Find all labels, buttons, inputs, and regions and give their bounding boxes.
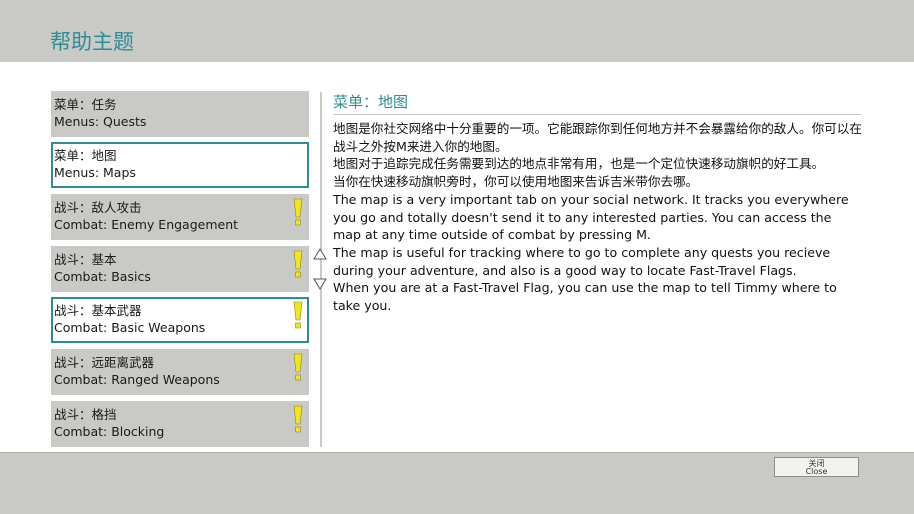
topic-item-combat-enemy-engagement[interactable]: 战斗：敌人攻击 Combat: Enemy Engagement [51,194,309,240]
topic-item-combat-ranged-weapons[interactable]: 战斗：远距离武器 Combat: Ranged Weapons [51,349,309,395]
triangle-down-icon[interactable] [313,278,327,290]
help-screen: 帮助主题 菜单：任务 Menus: Quests 菜单：地图 Menus: Ma… [0,0,914,514]
content-paragraph: 当你在快速移动旗帜旁时，你可以使用地图来告诉吉米带你去哪。 [333,174,699,190]
exclamation-icon [293,301,303,329]
content-paragraph: The map is useful for tracking where to … [333,244,831,278]
topic-label-zh: 菜单：任务 [54,97,117,112]
exclamation-icon [293,405,303,433]
main-panel: 菜单：任务 Menus: Quests 菜单：地图 Menus: Maps 战斗… [0,62,914,452]
topic-label-zh: 战斗：敌人攻击 [54,200,142,215]
content-body: 地图是你社交网络中十分重要的一项。它能跟踪你到任何地方并不会暴露给你的敌人。你可… [333,120,863,315]
topic-label-en: Combat: Blocking [54,424,165,439]
exclamation-icon [293,198,303,226]
topic-item-menus-quests[interactable]: 菜单：任务 Menus: Quests [51,91,309,137]
content-title-underline [333,114,861,115]
topic-label-en: Combat: Basics [54,269,151,284]
list-divider [320,92,322,447]
content-paragraph: 地图是你社交网络中十分重要的一项。它能跟踪你到任何地方并不会暴露给你的敌人。你可… [333,121,862,154]
footer-bar: 关闭 Close [0,452,914,514]
topic-item-menus-maps[interactable]: 菜单：地图 Menus: Maps [51,142,309,188]
close-button[interactable]: 关闭 Close [774,457,859,477]
topic-item-combat-basic-weapons[interactable]: 战斗：基本武器 Combat: Basic Weapons [51,297,309,343]
content-paragraph: The map is a very important tab on your … [333,191,849,243]
topic-label-zh: 战斗：格挡 [54,407,117,422]
topic-item-combat-blocking[interactable]: 战斗：格挡 Combat: Blocking [51,401,309,447]
topic-label-zh: 战斗：远距离武器 [54,355,155,370]
exclamation-icon [293,250,303,278]
topic-label-en: Menus: Quests [54,114,147,129]
topic-label-en: Combat: Ranged Weapons [54,372,220,387]
exclamation-icon [293,353,303,381]
topic-list: 菜单：任务 Menus: Quests 菜单：地图 Menus: Maps 战斗… [51,91,311,451]
topic-label-zh: 战斗：基本 [54,252,117,267]
header-bar: 帮助主题 [0,0,914,63]
close-label-en: Close [805,467,828,476]
topic-label-zh: 战斗：基本武器 [54,303,142,318]
triangle-up-icon[interactable] [313,248,327,260]
topic-item-combat-basics[interactable]: 战斗：基本 Combat: Basics [51,246,309,292]
content-paragraph: 地图对于追踪完成任务需要到达的地点非常有用，也是一个定位快速移动旗帜的好工具。 [333,156,825,172]
topic-label-en: Combat: Basic Weapons [54,320,206,335]
topic-label-zh: 菜单：地图 [54,148,117,163]
content-title: 菜单：地图 [333,93,409,111]
page-title: 帮助主题 [50,30,134,54]
content-paragraph: When you are at a Fast-Travel Flag, you … [333,280,837,314]
topic-label-en: Combat: Enemy Engagement [54,217,239,232]
topic-label-en: Menus: Maps [54,165,136,180]
